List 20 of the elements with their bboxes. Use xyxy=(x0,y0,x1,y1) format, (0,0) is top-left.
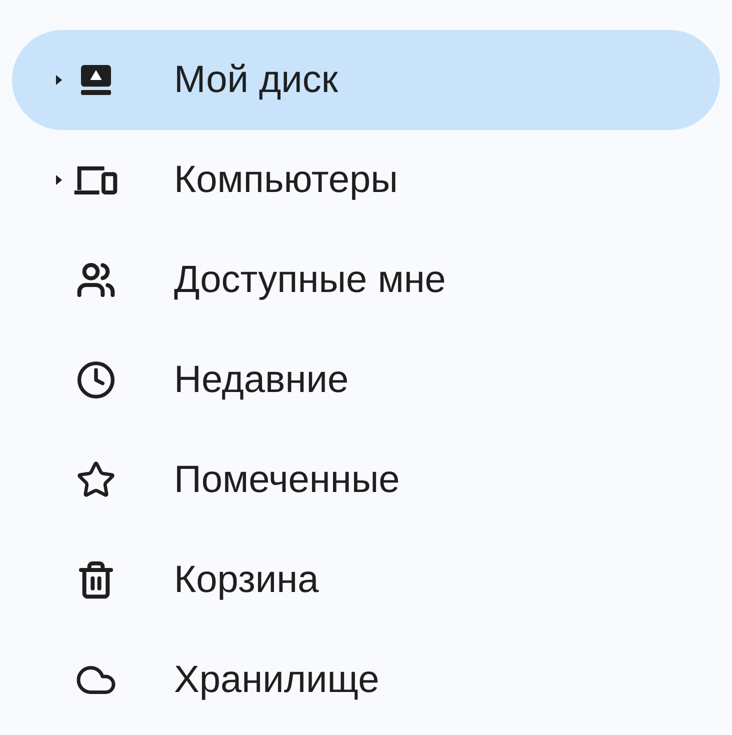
trash-icon xyxy=(76,560,116,600)
caret-icon[interactable] xyxy=(54,73,64,87)
sidebar-item[interactable]: Доступные мне xyxy=(12,230,720,330)
caret-icon[interactable] xyxy=(54,173,64,187)
item-label: Хранилище xyxy=(174,658,380,702)
item-label: Доступные мне xyxy=(174,258,446,302)
sidebar-item[interactable]: Помеченные xyxy=(12,430,720,530)
item-label: Мой диск xyxy=(174,58,338,102)
item-label: Помеченные xyxy=(174,458,400,502)
item-label: Корзина xyxy=(174,558,319,602)
item-label: Недавние xyxy=(174,358,349,402)
item-label: Компьютеры xyxy=(174,158,398,202)
people-icon xyxy=(76,260,116,300)
sidebar-item[interactable]: Корзина xyxy=(12,530,720,630)
sidebar-item[interactable]: Хранилище xyxy=(12,630,720,730)
sidebar-item[interactable]: Недавние xyxy=(12,330,720,430)
sidebar-item[interactable]: Мой диск xyxy=(12,30,720,130)
clock-icon xyxy=(76,360,116,400)
sidebar-item[interactable]: Компьютеры xyxy=(12,130,720,230)
star-icon xyxy=(76,460,116,500)
